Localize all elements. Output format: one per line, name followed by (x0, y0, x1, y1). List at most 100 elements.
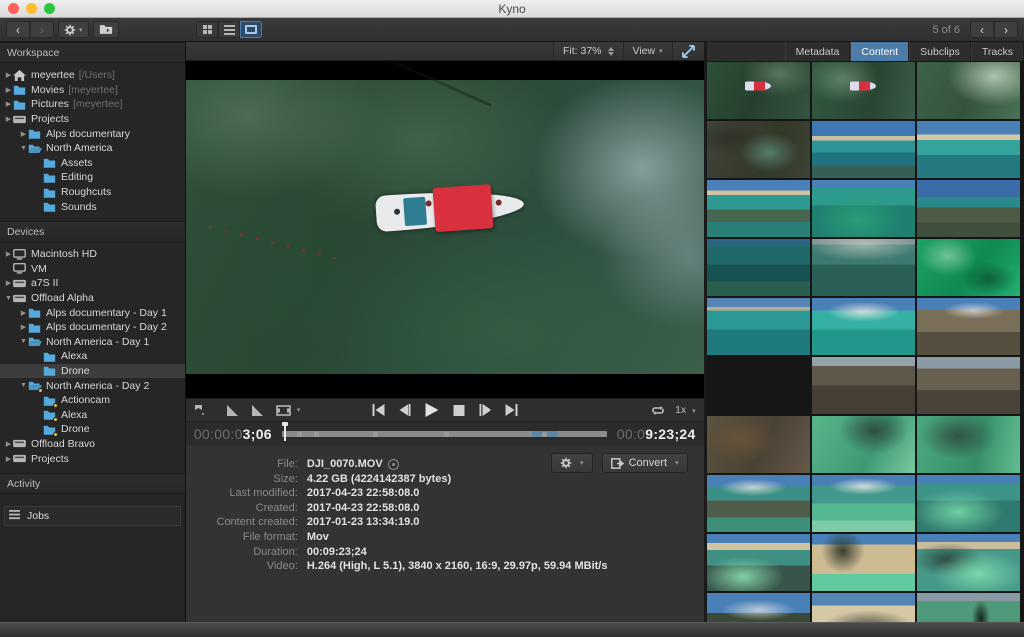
content-thumbnail[interactable] (917, 239, 1020, 296)
sidebar-item-alps-documentary[interactable]: ▶Alps documentary (0, 126, 185, 141)
content-thumbnail[interactable] (917, 357, 1020, 414)
disclosure-arrow-icon[interactable]: ▼ (19, 145, 28, 152)
sidebar-item-actioncam[interactable]: Actioncam (0, 393, 185, 408)
sidebar-item-editing[interactable]: Editing (0, 170, 185, 185)
sidebar-item-drone[interactable]: Drone (0, 364, 185, 379)
disclosure-arrow-icon[interactable]: ▶ (4, 86, 13, 94)
sidebar-item-offload-bravo[interactable]: ▶Offload Bravo (0, 437, 185, 452)
disclosure-arrow-icon[interactable]: ▶ (19, 130, 28, 138)
content-thumbnail[interactable] (707, 475, 810, 532)
tab-content[interactable]: Content (850, 42, 909, 61)
zoom-fit-control[interactable]: Fit: 37% (553, 42, 623, 60)
disclosure-arrow-icon[interactable]: ▶ (4, 115, 13, 123)
content-thumbnail[interactable] (707, 416, 810, 473)
disclosure-arrow-icon[interactable]: ▶ (4, 250, 13, 258)
content-thumbnail[interactable] (812, 121, 915, 178)
view-menu-button[interactable]: View ▾ (623, 42, 672, 60)
section-header[interactable]: Devices (0, 221, 185, 242)
section-header[interactable]: Workspace (0, 42, 185, 63)
content-thumbnail[interactable] (812, 180, 915, 237)
disclosure-arrow-icon[interactable]: ▶ (4, 100, 13, 108)
content-thumbnail[interactable] (917, 416, 1020, 473)
sidebar-item-north-america[interactable]: ▼North America (0, 141, 185, 156)
tab-subclips[interactable]: Subclips (909, 42, 971, 61)
convert-button[interactable]: Convert ▾ (602, 453, 688, 473)
content-thumbnail[interactable] (812, 593, 915, 622)
stop-button[interactable] (453, 405, 464, 416)
set-in-point-button[interactable] (226, 405, 238, 416)
disclosure-arrow-icon[interactable]: ▼ (19, 382, 28, 389)
content-thumbnail[interactable] (707, 534, 810, 591)
content-thumbnail[interactable] (917, 121, 1020, 178)
fullscreen-button[interactable] (672, 42, 704, 60)
content-thumbnail[interactable] (812, 298, 915, 355)
timeline-marker[interactable] (542, 432, 547, 437)
file-gear-button[interactable]: ▾ (551, 453, 593, 473)
content-thumbnail[interactable] (707, 62, 810, 119)
actions-gear-button[interactable]: ▾ (58, 21, 89, 38)
set-out-point-button[interactable] (251, 405, 263, 416)
previous-clip-button[interactable]: ‹ (970, 21, 994, 38)
content-thumbnail[interactable] (917, 180, 1020, 237)
content-thumbnail[interactable] (707, 593, 810, 622)
disclosure-arrow-icon[interactable]: ▶ (19, 309, 28, 317)
next-clip-button[interactable]: › (994, 21, 1018, 38)
sidebar-item-alexa[interactable]: Alexa (0, 407, 185, 422)
sidebar-item-a7s-ii[interactable]: ▶a7S II (0, 276, 185, 291)
sidebar-item-drone[interactable]: Drone (0, 422, 185, 437)
content-thumbnail[interactable] (707, 239, 810, 296)
loop-button[interactable] (651, 405, 665, 416)
content-thumbnail[interactable] (917, 475, 1020, 532)
disclosure-arrow-icon[interactable]: ▶ (4, 440, 13, 448)
sidebar-item-roughcuts[interactable]: Roughcuts (0, 185, 185, 200)
disclosure-arrow-icon[interactable]: ▶ (4, 279, 13, 287)
disclosure-arrow-icon[interactable]: ▶ (4, 455, 13, 463)
tab-metadata[interactable]: Metadata (785, 42, 851, 61)
content-thumbnail[interactable] (812, 534, 915, 591)
content-thumbnail[interactable] (812, 416, 915, 473)
subclip-tool-button[interactable]: ▾ (276, 405, 301, 416)
content-thumbnail[interactable] (707, 357, 810, 414)
sidebar-item-meyertee[interactable]: ▶meyertee[/Users] (0, 68, 185, 83)
back-button[interactable]: ‹ (6, 21, 30, 38)
sidebar-item-alexa[interactable]: Alexa (0, 349, 185, 364)
content-thumbnail[interactable] (917, 62, 1020, 119)
content-thumbnail[interactable] (812, 62, 915, 119)
go-to-end-button[interactable] (505, 404, 517, 416)
timeline-marker[interactable] (314, 432, 319, 437)
content-thumbnail[interactable] (917, 298, 1020, 355)
tab-tracks[interactable]: Tracks (971, 42, 1024, 61)
disclosure-arrow-icon[interactable]: ▼ (4, 295, 13, 302)
section-header[interactable]: Activity (0, 473, 185, 494)
content-thumbnail[interactable] (707, 298, 810, 355)
sidebar-item-macintosh-hd[interactable]: ▶Macintosh HD (0, 247, 185, 262)
sidebar-item-pictures[interactable]: ▶Pictures[meyertee] (0, 97, 185, 112)
timeline-marker[interactable] (373, 432, 378, 437)
sidebar-item-north-america-day-1[interactable]: ▼North America - Day 1 (0, 335, 185, 350)
forward-button[interactable]: › (30, 21, 54, 38)
content-thumbnail[interactable] (917, 534, 1020, 591)
sidebar-item-offload-alpha[interactable]: ▼Offload Alpha (0, 291, 185, 306)
sidebar-item-assets[interactable]: Assets (0, 156, 185, 171)
go-to-start-button[interactable] (372, 404, 384, 416)
preview-view-button[interactable] (240, 21, 262, 38)
content-thumbnail[interactable] (707, 121, 810, 178)
locate-file-icon[interactable] (388, 459, 399, 470)
timeline-marker[interactable] (297, 432, 302, 437)
content-thumbnail[interactable] (812, 357, 915, 414)
content-thumbnail[interactable] (812, 475, 915, 532)
content-thumbnail[interactable] (917, 593, 1020, 622)
content-thumbnail[interactable] (812, 239, 915, 296)
timeline-marker[interactable] (444, 432, 449, 437)
previous-frame-button[interactable] (399, 404, 410, 416)
disclosure-arrow-icon[interactable]: ▶ (4, 71, 13, 79)
sidebar-item-alps-documentary-day-1[interactable]: ▶Alps documentary - Day 1 (0, 305, 185, 320)
sidebar-item-alps-documentary-day-2[interactable]: ▶Alps documentary - Day 2 (0, 320, 185, 335)
playhead[interactable] (284, 424, 286, 441)
reveal-folder-button[interactable] (93, 21, 119, 38)
sidebar-item-north-america-day-2[interactable]: ▼North America - Day 2 (0, 378, 185, 393)
sidebar-item-sounds[interactable]: Sounds (0, 199, 185, 214)
list-view-button[interactable] (218, 21, 240, 38)
sidebar-item-projects[interactable]: ▶Projects (0, 112, 185, 127)
sidebar-item-projects[interactable]: ▶Projects (0, 451, 185, 466)
